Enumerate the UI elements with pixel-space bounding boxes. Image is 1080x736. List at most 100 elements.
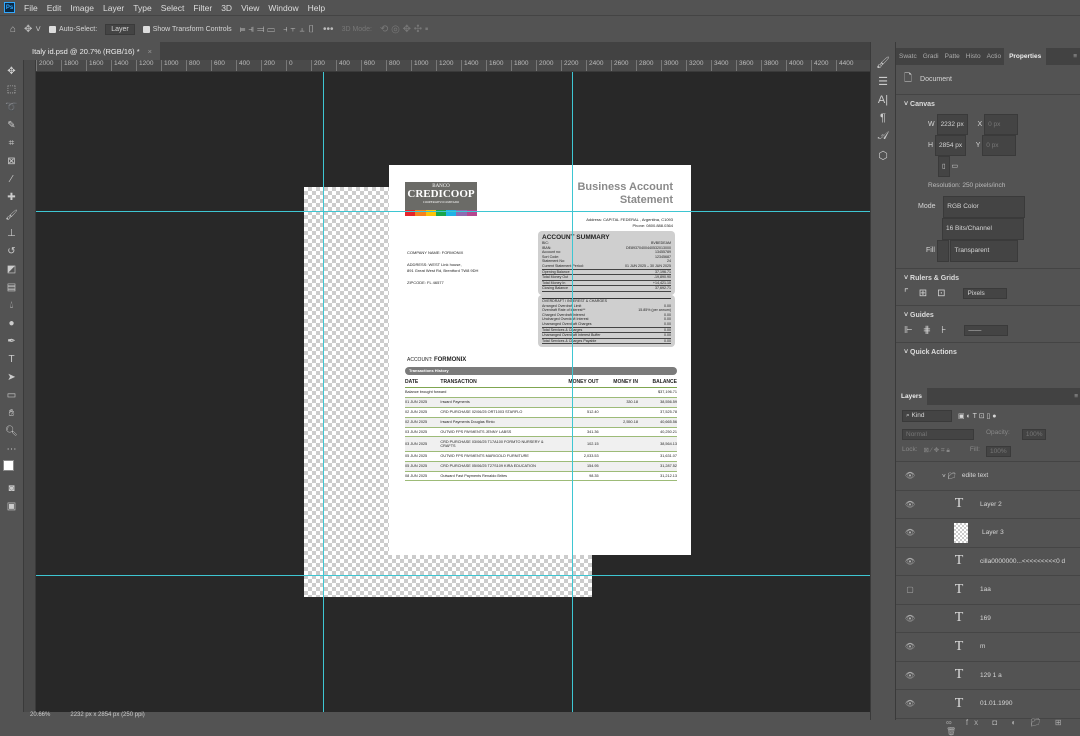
eyedropper-tool-icon[interactable]: ⁄ [11, 172, 13, 187]
blend-mode-dropdown[interactable]: Normal [902, 429, 974, 440]
fill-swatch[interactable] [936, 240, 949, 262]
menu-filter[interactable]: Filter [193, 3, 212, 13]
visibility-off-icon[interactable]: ▢ [896, 585, 924, 594]
document-info[interactable]: 2232 px x 2854 px (250 ppi) [70, 712, 144, 720]
guide-vertical[interactable] [323, 72, 324, 712]
tab-swatches[interactable]: Swatc [896, 53, 920, 60]
auto-select-dropdown[interactable]: Layer [105, 23, 135, 35]
guide-style-dropdown[interactable]: —— [964, 325, 1009, 336]
menu-3d[interactable]: 3D [221, 3, 232, 13]
healing-tool-icon[interactable]: ✚ [7, 190, 15, 205]
height-input[interactable]: 2854 px [935, 135, 967, 156]
align-icons[interactable]: ⫢ ⫣ ⫤ ▭ ⫞ ⫟ ⫠ ▯ [240, 24, 315, 35]
guides-icon[interactable]: ⊩ [904, 325, 913, 336]
portrait-icon[interactable]: ▯ [938, 156, 950, 177]
grid-icon[interactable]: ⊞ [919, 288, 927, 299]
layer-item[interactable]: 👁︎ T 01.01.1990 [896, 690, 1080, 719]
guides-section[interactable]: ˅ Guides [896, 305, 1080, 319]
menu-type[interactable]: Type [133, 3, 151, 13]
guide-horizontal[interactable] [36, 211, 870, 212]
pen-tool-icon[interactable]: ✒ [7, 334, 15, 349]
units-dropdown[interactable]: Pixels [963, 288, 1008, 299]
zoom-level[interactable]: 20.66% [30, 712, 50, 720]
eye-icon[interactable]: 👁︎ [896, 528, 924, 537]
3d-tools-icons[interactable]: ⟲ ◎ ✥ ✣ ▪ [380, 24, 429, 35]
layer-item[interactable]: 👁︎ Tm [896, 633, 1080, 662]
layer-item[interactable]: ▢ T 1aa [896, 576, 1080, 605]
filter-icons[interactable]: ▣ ◐ T ⊡ ▯ ● [958, 412, 997, 420]
layer-item[interactable]: 👁︎ T 129 1 a [896, 662, 1080, 690]
menu-edit[interactable]: Edit [47, 3, 62, 13]
pixel-grid-icon[interactable]: ⊡ [937, 288, 945, 299]
eye-icon[interactable]: 👁︎ [896, 557, 924, 566]
tab-history[interactable]: Histo [963, 53, 984, 60]
menu-image[interactable]: Image [70, 3, 94, 13]
layer-item[interactable]: 👁︎ T 169 [896, 605, 1080, 633]
brush-tool-icon[interactable]: 🖌︎ [5, 208, 18, 223]
tab-patterns[interactable]: Patte [942, 53, 963, 60]
paragraph-icon[interactable]: ¶ [880, 112, 886, 124]
width-input[interactable]: 2232 px [936, 114, 968, 135]
type-tool-icon[interactable]: T [8, 352, 14, 367]
eye-icon[interactable]: 👁︎ [896, 471, 924, 480]
color-swatches[interactable] [2, 460, 21, 478]
blur-tool-icon[interactable]: 💧︎ [10, 298, 14, 313]
character-icon[interactable]: A| [878, 94, 888, 106]
guide-vertical[interactable] [572, 72, 573, 712]
menu-layer[interactable]: Layer [103, 3, 124, 13]
bit-depth-dropdown[interactable]: 16 Bits/Channel [942, 218, 1024, 240]
more-tools-icon[interactable]: ⋯ [7, 442, 17, 457]
auto-select-checkbox[interactable]: Auto-Select: [49, 25, 97, 33]
brush-settings-icon[interactable]: 🖌︎ [876, 56, 890, 69]
tab-actions[interactable]: Actio [984, 53, 1004, 60]
shape-tool-icon[interactable]: ▭ [7, 388, 16, 403]
menu-help[interactable]: Help [308, 3, 325, 13]
quick-select-tool-icon[interactable]: ✎ [7, 118, 15, 133]
layers-menu-icon[interactable]: ≡ [1071, 393, 1080, 400]
crop-tool-icon[interactable]: ⌗ [9, 136, 15, 151]
eye-icon[interactable]: 👁︎ [896, 500, 924, 509]
canvas-area[interactable]: BANCO CREDICOOP COOPERATIVO LIMITADO Bus… [36, 72, 870, 712]
tab-gradients[interactable]: Gradi [920, 53, 942, 60]
move-tool-icon[interactable]: ✥ [7, 64, 15, 79]
adjustments-icon[interactable]: ☰ [878, 75, 888, 88]
marquee-tool-icon[interactable]: ⬚ [7, 82, 16, 97]
menu-file[interactable]: File [24, 3, 38, 13]
quick-actions-section[interactable]: ˅ Quick Actions [896, 342, 1080, 356]
layer-item[interactable]: 👁︎ ˅ 📁︎ edite text [896, 462, 1080, 491]
mode-dropdown[interactable]: RGB Color [943, 196, 1026, 218]
eye-icon[interactable]: 👁︎ [896, 642, 924, 651]
show-transform-checkbox[interactable]: Show Transform Controls [142, 25, 232, 33]
ruler-icon[interactable]: ⌜ [904, 288, 909, 299]
layer-item[interactable]: 👁︎ Layer 3 [896, 519, 1080, 548]
zoom-tool-icon[interactable]: 🔍︎ [5, 424, 18, 439]
panel-menu-icon[interactable]: ≡ [1070, 53, 1080, 60]
move-tool-icon[interactable]: ✥ ˅ [24, 24, 41, 35]
document-tab[interactable]: Italy id.psd @ 20.7% (RGB/16) * × [24, 42, 161, 60]
tab-properties[interactable]: Properties [1004, 48, 1047, 65]
menu-view[interactable]: View [241, 3, 259, 13]
fill-dropdown[interactable]: Transparent [950, 240, 1019, 262]
menu-select[interactable]: Select [161, 3, 185, 13]
3d-icon[interactable]: ⬡ [878, 149, 888, 162]
smart-guides-icon[interactable]: ⋕ [923, 325, 931, 336]
path-select-tool-icon[interactable]: ➤ [7, 370, 15, 385]
eraser-tool-icon[interactable]: ◩ [7, 262, 16, 277]
home-icon[interactable]: ⌂ [10, 24, 16, 35]
filter-kind-dropdown[interactable]: ⌕ Kind [902, 410, 952, 422]
rulers-grids-section[interactable]: ˅ Rulers & Grids [896, 268, 1080, 282]
eye-icon[interactable]: 👁︎ [896, 699, 924, 708]
layer-item[interactable]: 👁︎ T Layer 2 [896, 491, 1080, 519]
lock-icons[interactable]: ⊠ ⁄ ✥ ⌗ 🔒︎ [924, 446, 950, 457]
eye-icon[interactable]: 👁︎ [896, 614, 924, 623]
stamp-tool-icon[interactable]: ⊥ [7, 226, 16, 241]
x-input[interactable]: 0 px [984, 114, 1019, 135]
dodge-tool-icon[interactable]: ● [8, 316, 14, 331]
canvas-section[interactable]: ˅ Canvas [896, 94, 1080, 108]
guide-layout-icon[interactable]: ⊦ [941, 325, 946, 336]
frame-tool-icon[interactable]: ⊠ [7, 154, 15, 169]
y-input[interactable]: 0 px [982, 135, 1017, 156]
hand-tool-icon[interactable]: ✋︎ [9, 406, 15, 421]
tab-layers[interactable]: Layers [896, 388, 927, 405]
glyphs-icon[interactable]: 𝒜 [878, 130, 888, 143]
